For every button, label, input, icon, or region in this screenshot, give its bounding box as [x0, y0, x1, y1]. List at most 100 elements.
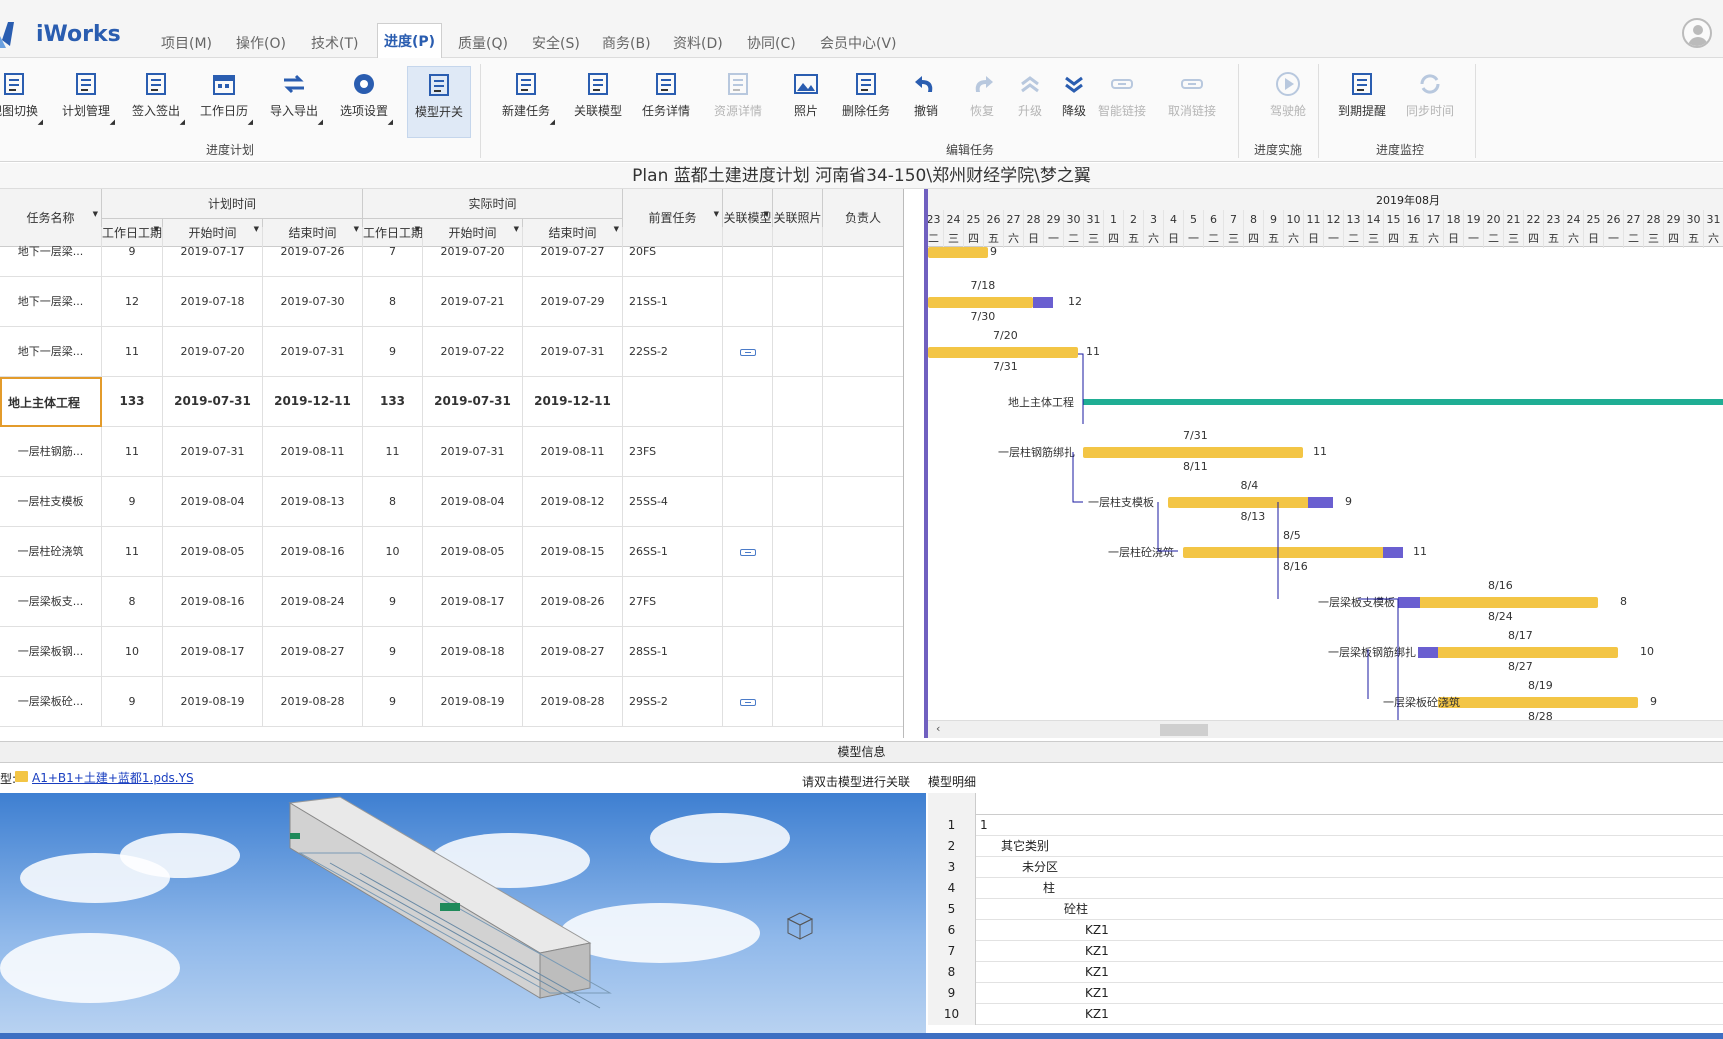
grid-cell-plan_start[interactable]: 2019-07-18 — [163, 277, 263, 327]
grid-cell-owner[interactable] — [823, 277, 903, 327]
menu-3[interactable]: 进度(P) — [377, 23, 443, 59]
menu-5[interactable]: 安全(S) — [526, 31, 586, 58]
menu-6[interactable]: 商务(B) — [596, 31, 657, 58]
grid-cell-act_days[interactable]: 9 — [363, 627, 423, 677]
dropdown-arrow-icon[interactable]: ◢ — [38, 118, 43, 126]
grid-cell-plan_start[interactable]: 2019-08-05 — [163, 527, 263, 577]
sync-button[interactable]: 同步时间 — [1398, 66, 1462, 138]
grid-cell-name[interactable]: 一层梁板砼... — [0, 677, 102, 727]
model-file-link[interactable]: A1+B1+土建+蓝都1.pds.YS — [32, 769, 194, 786]
dropdown-arrow-icon[interactable]: ◢ — [318, 118, 323, 126]
grid-cell-plan_start[interactable]: 2019-08-19 — [163, 677, 263, 727]
grid-cell-plan_start[interactable]: 2019-07-31 — [163, 427, 263, 477]
grid-cell-model[interactable] — [723, 377, 773, 427]
grid-cell-owner[interactable] — [823, 577, 903, 627]
grid-cell-plan_start[interactable]: 2019-08-17 — [163, 627, 263, 677]
gantt-horizontal-scrollbar[interactable]: ‹ — [928, 720, 1723, 738]
menu-8[interactable]: 协同(C) — [741, 31, 802, 58]
grid-cell-act_end[interactable]: 2019-08-15 — [523, 527, 623, 577]
user-avatar[interactable] — [1682, 18, 1712, 48]
smart-link-button[interactable]: 智能链接 — [1090, 66, 1154, 138]
detail-row[interactable]: 5 砼柱 — [928, 899, 1723, 920]
grid-cell-photo[interactable] — [773, 427, 823, 477]
grid-cell-photo[interactable] — [773, 377, 823, 427]
menu-1[interactable]: 操作(O) — [230, 31, 292, 58]
detail-row[interactable]: 8 KZ1 — [928, 962, 1723, 983]
grid-cell-name[interactable]: 地下一层梁... — [0, 327, 102, 377]
dropdown-arrow-icon[interactable]: ◢ — [180, 118, 185, 126]
grid-cell-model[interactable] — [723, 427, 773, 477]
grid-cell-plan_end[interactable]: 2019-08-24 — [263, 577, 363, 627]
grid-cell-pred[interactable]: 21SS-1 — [623, 277, 723, 327]
model-3d-viewer[interactable] — [0, 793, 926, 1033]
grid-cell-plan_end[interactable]: 2019-08-27 — [263, 627, 363, 677]
grid-cell-plan_days[interactable]: 11 — [102, 427, 163, 477]
grid-cell-photo[interactable] — [773, 577, 823, 627]
grid-cell-plan_end[interactable]: 2019-07-30 — [263, 277, 363, 327]
detail-row[interactable]: 6 KZ1 — [928, 920, 1723, 941]
grid-cell-plan_days[interactable]: 9 — [102, 227, 163, 277]
grid-cell-owner[interactable] — [823, 377, 903, 427]
menu-2[interactable]: 技术(T) — [305, 31, 364, 58]
grid-cell-pred[interactable]: 22SS-2 — [623, 327, 723, 377]
grid-cell-model[interactable] — [723, 627, 773, 677]
grid-cell-pred[interactable]: 25SS-4 — [623, 477, 723, 527]
grid-cell-plan_days[interactable]: 11 — [102, 527, 163, 577]
grid-cell-pred[interactable]: 26SS-1 — [623, 527, 723, 577]
grid-cell-pred[interactable]: 23FS — [623, 427, 723, 477]
dropdown-arrow-icon[interactable]: ◢ — [110, 118, 115, 126]
grid-cell-plan_end[interactable]: 2019-08-28 — [263, 677, 363, 727]
grid-cell-name[interactable]: 一层柱砼浇筑 — [0, 527, 102, 577]
header-actual-time[interactable]: 实际时间 — [363, 189, 623, 219]
grid-cell-plan_days[interactable]: 9 — [102, 477, 163, 527]
grid-cell-plan_days[interactable]: 8 — [102, 577, 163, 627]
grid-cell-pred[interactable]: 29SS-2 — [623, 677, 723, 727]
grid-cell-photo[interactable] — [773, 627, 823, 677]
checkin-button[interactable]: 签入签出 ◢ — [124, 66, 188, 138]
gear-button[interactable]: 选项设置 ◢ — [332, 66, 396, 138]
grid-cell-plan_days[interactable]: 133 — [102, 377, 163, 427]
grid-cell-model[interactable] — [723, 677, 773, 727]
grid-cell-photo[interactable] — [773, 677, 823, 727]
grid-cell-plan_end[interactable]: 2019-07-26 — [263, 227, 363, 277]
grid-cell-act_start[interactable]: 2019-08-04 — [423, 477, 523, 527]
link-model-icon[interactable] — [739, 348, 756, 356]
header-plan-time[interactable]: 计划时间 — [102, 189, 363, 219]
grid-cell-photo[interactable] — [773, 527, 823, 577]
grid-cell-plan_start[interactable]: 2019-07-20 — [163, 327, 263, 377]
grid-cell-name[interactable]: 一层柱钢筋... — [0, 427, 102, 477]
grid-cell-plan_end[interactable]: 2019-12-11 — [263, 377, 363, 427]
grid-cell-act_end[interactable]: 2019-07-31 — [523, 327, 623, 377]
play-button[interactable]: 驾驶舱 — [1256, 66, 1320, 138]
grid-cell-model[interactable] — [723, 527, 773, 577]
grid-cell-name[interactable]: 地下一层梁... — [0, 227, 102, 277]
grid-cell-name[interactable]: 地下一层梁... — [0, 277, 102, 327]
grid-cell-act_start[interactable]: 2019-08-18 — [423, 627, 523, 677]
grid-cell-model[interactable] — [723, 577, 773, 627]
menu-0[interactable]: 项目(M) — [155, 31, 218, 58]
resource-detail-button[interactable]: 资源详情 — [706, 66, 770, 138]
undo-button[interactable]: 撤销 — [894, 66, 958, 138]
grid-cell-act_start[interactable]: 2019-07-22 — [423, 327, 523, 377]
grid-cell-plan_start[interactable]: 2019-08-04 — [163, 477, 263, 527]
grid-cell-plan_days[interactable]: 9 — [102, 677, 163, 727]
link-model-button[interactable]: 关联模型 — [566, 66, 630, 138]
detail-row[interactable]: 10 KZ1 — [928, 1004, 1723, 1025]
scrollbar-thumb[interactable] — [1160, 724, 1208, 736]
grid-cell-pred[interactable]: 28SS-1 — [623, 627, 723, 677]
link-model-icon[interactable] — [739, 548, 756, 556]
grid-cell-name[interactable]: 地上主体工程 — [0, 377, 102, 427]
grid-cell-act_days[interactable]: 11 — [363, 427, 423, 477]
grid-cell-photo[interactable] — [773, 477, 823, 527]
task-detail-button[interactable]: 任务详情 — [634, 66, 698, 138]
grid-cell-photo[interactable] — [773, 277, 823, 327]
grid-cell-owner[interactable] — [823, 327, 903, 377]
grid-cell-owner[interactable] — [823, 427, 903, 477]
menu-7[interactable]: 资料(D) — [667, 31, 729, 58]
view-cube-icon[interactable] — [780, 911, 820, 945]
detail-row[interactable]: 2 其它类别 — [928, 836, 1723, 857]
detail-row[interactable]: 11 — [928, 815, 1723, 836]
grid-cell-act_start[interactable]: 2019-07-31 — [423, 377, 523, 427]
grid-cell-model[interactable] — [723, 477, 773, 527]
grid-cell-act_days[interactable]: 10 — [363, 527, 423, 577]
